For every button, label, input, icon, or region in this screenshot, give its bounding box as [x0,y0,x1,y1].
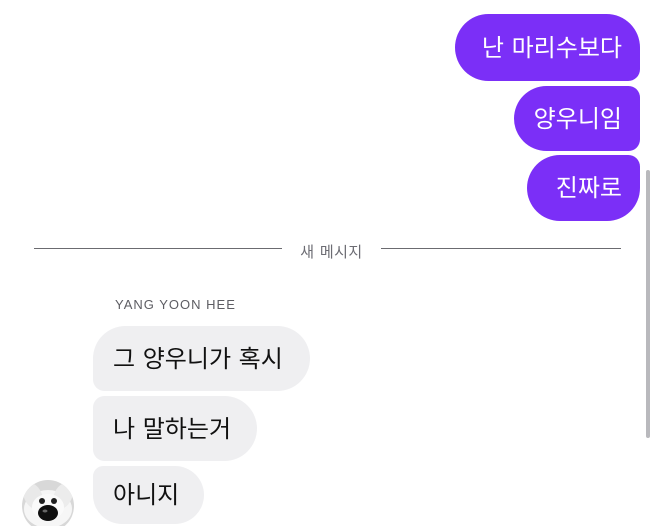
sender-name: YANG YOON HEE [115,297,236,312]
message-text: 난 마리수보다 [481,33,622,62]
message-text: 그 양우니가 혹시 [113,344,283,373]
new-messages-divider: 새 메시지 [0,234,656,264]
sender-avatar[interactable] [20,478,76,526]
incoming-message-bubble[interactable]: 그 양우니가 혹시 [93,326,310,391]
incoming-message-bubble[interactable]: 나 말하는거 [93,396,257,461]
incoming-message-bubble[interactable]: 아니지 [93,466,204,524]
message-text: 양우니임 [533,104,622,133]
message-text: 아니지 [113,481,180,509]
scrollbar-thumb[interactable] [646,170,650,438]
outgoing-message-bubble[interactable]: 난 마리수보다 [455,14,640,81]
chat-thread: 난 마리수보다 양우니임 진짜로 새 메시지 YANG YOON HEE 그 양… [0,0,656,532]
new-messages-label: 새 메시지 [300,243,363,261]
outgoing-message-bubble[interactable]: 양우니임 [514,86,640,151]
outgoing-message-bubble[interactable]: 진짜로 [527,155,640,221]
divider-line-right [381,248,621,249]
message-text: 진짜로 [555,174,622,202]
dog-avatar-icon [22,480,74,526]
message-text: 나 말하는거 [113,414,232,443]
divider-line-left [34,248,282,249]
